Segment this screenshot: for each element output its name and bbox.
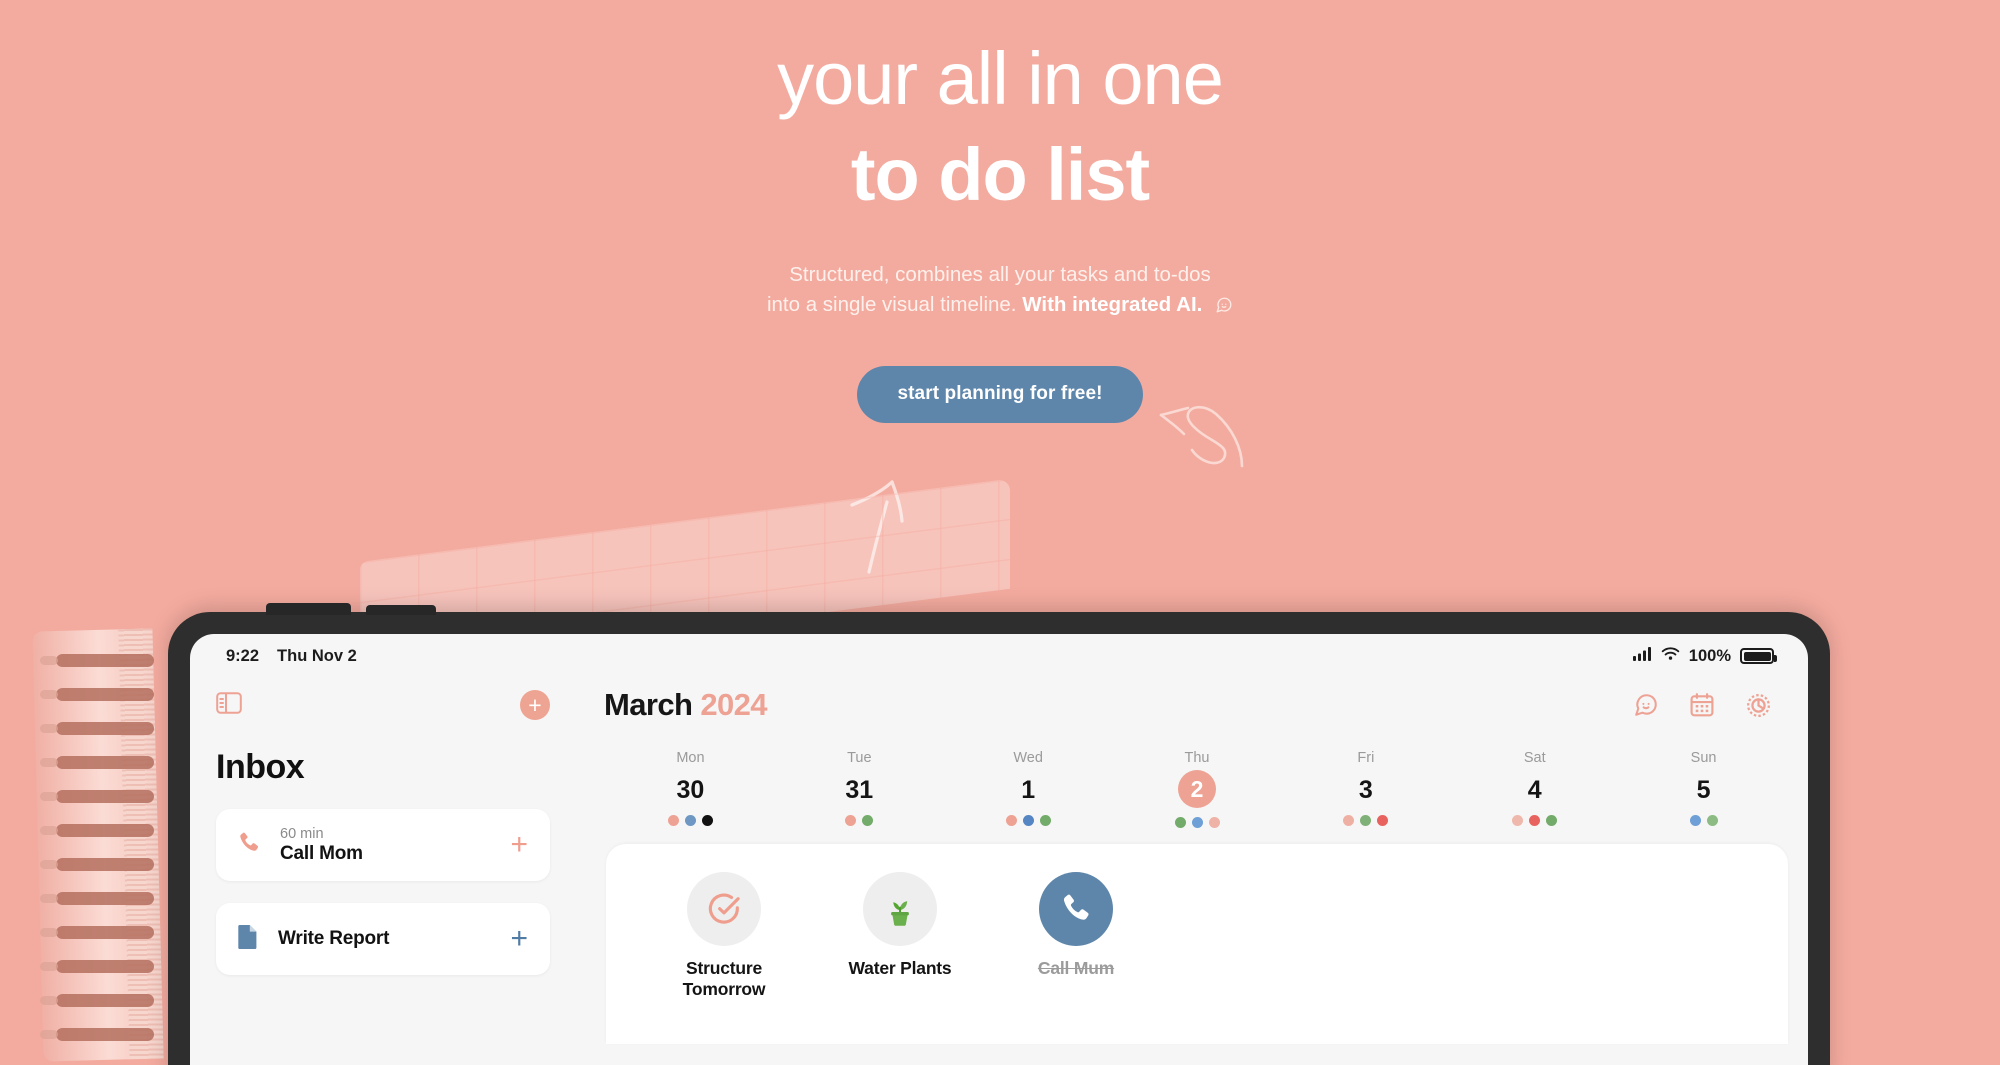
sidebar-toolbar: + <box>216 674 550 736</box>
day-column[interactable]: Fri 3 <box>1281 750 1450 828</box>
phone-icon <box>236 830 262 861</box>
calendar-main: March 2024 Mon 30 Tue 31 Wed 1 Thu 2 Fri… <box>576 674 1808 1065</box>
status-date: Thu Nov 2 <box>277 646 357 665</box>
day-number: 5 <box>1696 776 1711 804</box>
gear-icon[interactable] <box>1745 692 1772 719</box>
app-body: + Inbox 60 min Call Mom + Write Report +… <box>190 674 1808 1065</box>
hero-subtitle: Structured, combines all your tasks and … <box>0 260 2000 324</box>
tablet-device: 9:22 Thu Nov 2 100% + Inbox 60 min Call … <box>168 603 1830 1065</box>
day-of-week: Wed <box>1013 750 1043 766</box>
add-task-button[interactable]: + <box>520 690 550 720</box>
day-dots <box>944 815 1113 826</box>
day-of-week: Fri <box>1357 750 1375 766</box>
status-bar: 9:22 Thu Nov 2 100% <box>190 634 1808 674</box>
day-column[interactable]: Mon 30 <box>606 750 775 828</box>
timeline-task-label: Call Mum <box>1037 958 1115 978</box>
calendar-icon[interactable] <box>1689 692 1715 718</box>
day-of-week: Thu <box>1184 750 1210 766</box>
timeline-task[interactable]: Structure Tomorrow <box>662 872 786 1044</box>
wifi-icon <box>1661 646 1680 666</box>
task-duration: 60 min <box>280 825 324 842</box>
status-bar-right: 100% <box>1632 646 1777 666</box>
day-of-week: Sat <box>1523 750 1546 766</box>
timeline-task-label: Water Plants <box>848 958 952 978</box>
cta-container: start planning for free! <box>0 365 2000 423</box>
day-dots <box>1113 817 1282 828</box>
day-number: 1 <box>1021 776 1036 804</box>
headline-line-2: to do list <box>850 133 1150 216</box>
day-dots <box>775 815 944 826</box>
day-column[interactable]: Sat 4 <box>1450 750 1619 828</box>
add-to-timeline-button[interactable]: + <box>510 924 528 954</box>
check-circle-icon <box>687 872 761 946</box>
month-label: March <box>604 687 693 722</box>
sidebar-toggle-icon[interactable] <box>216 691 242 719</box>
day-number: 2 <box>1178 770 1216 808</box>
day-of-week: Sun <box>1690 750 1717 766</box>
day-of-week: Mon <box>676 750 705 766</box>
calendar-header-icons <box>1633 692 1772 719</box>
inbox-sidebar: + Inbox 60 min Call Mom + Write Report + <box>190 674 576 1065</box>
day-number: 4 <box>1527 776 1542 804</box>
day-of-week: Tue <box>847 750 872 766</box>
subtitle-line-2-bold: With integrated AI. <box>1022 293 1203 317</box>
phone-icon <box>1039 872 1113 946</box>
timeline-task-label: Structure Tomorrow <box>682 958 766 999</box>
chat-bubble-face-icon[interactable] <box>1633 692 1659 718</box>
day-dots <box>1619 815 1788 826</box>
day-dots <box>1281 815 1450 826</box>
subtitle-line-2-regular: into a single visual timeline. <box>766 293 1017 317</box>
tablet-volume-button <box>266 603 351 615</box>
battery-full-icon <box>1740 648 1777 664</box>
month-year-title: March 2024 <box>604 687 767 723</box>
list-item[interactable]: 60 min Call Mom + <box>216 809 550 881</box>
day-dots <box>1450 815 1619 826</box>
week-strip: Mon 30 Tue 31 Wed 1 Thu 2 Fri 3 Sat 4 Su… <box>586 736 1808 828</box>
inbox-heading: Inbox <box>216 748 305 786</box>
calendar-header: March 2024 <box>586 674 1808 736</box>
document-icon <box>236 924 260 955</box>
status-time: 9:22 <box>226 646 260 665</box>
signal-bars-icon <box>1632 646 1652 666</box>
day-column[interactable]: Tue 31 <box>775 750 944 828</box>
task-title: Write Report <box>278 928 390 949</box>
spiral-rings <box>40 648 172 1060</box>
chat-bubble-face-icon <box>1215 293 1233 323</box>
timeline-task[interactable]: Water Plants <box>838 872 962 1044</box>
subtitle-line-1: Structured, combines all your tasks and … <box>789 263 1211 286</box>
start-planning-button[interactable]: start planning for free! <box>857 365 1143 423</box>
timeline-panel: Structure Tomorrow Water Plants Call Mum <box>606 844 1788 1044</box>
task-text: Write Report <box>278 928 492 950</box>
day-column[interactable]: Sun 5 <box>1619 750 1788 828</box>
battery-percent-label: 100% <box>1688 646 1731 665</box>
tablet-screen: 9:22 Thu Nov 2 100% + Inbox 60 min Call … <box>190 634 1808 1065</box>
page-title: your all in one to do list <box>0 0 2000 212</box>
list-item[interactable]: Write Report + <box>216 903 550 975</box>
hand-drawn-curly-arrow-icon <box>1158 388 1244 475</box>
potted-plant-icon <box>863 872 937 946</box>
day-number: 30 <box>676 776 705 804</box>
page-stage: your all in one to do list Structured, c… <box>0 0 2000 1065</box>
task-title: Call Mom <box>280 842 363 864</box>
day-dots <box>606 815 775 826</box>
day-column-today[interactable]: Thu 2 <box>1113 750 1282 828</box>
headline-line-1: your all in one <box>777 37 1224 120</box>
timeline-task[interactable]: Call Mum <box>1014 872 1138 1044</box>
day-number: 31 <box>845 776 874 804</box>
day-column[interactable]: Wed 1 <box>944 750 1113 828</box>
status-bar-left: 9:22 Thu Nov 2 <box>226 647 357 666</box>
tablet-power-button <box>366 605 436 615</box>
hero-section: your all in one to do list Structured, c… <box>0 0 2000 423</box>
add-to-timeline-button[interactable]: + <box>510 830 528 860</box>
day-number: 3 <box>1358 776 1373 804</box>
year-label: 2024 <box>700 687 767 722</box>
task-text: 60 min Call Mom <box>280 826 492 865</box>
